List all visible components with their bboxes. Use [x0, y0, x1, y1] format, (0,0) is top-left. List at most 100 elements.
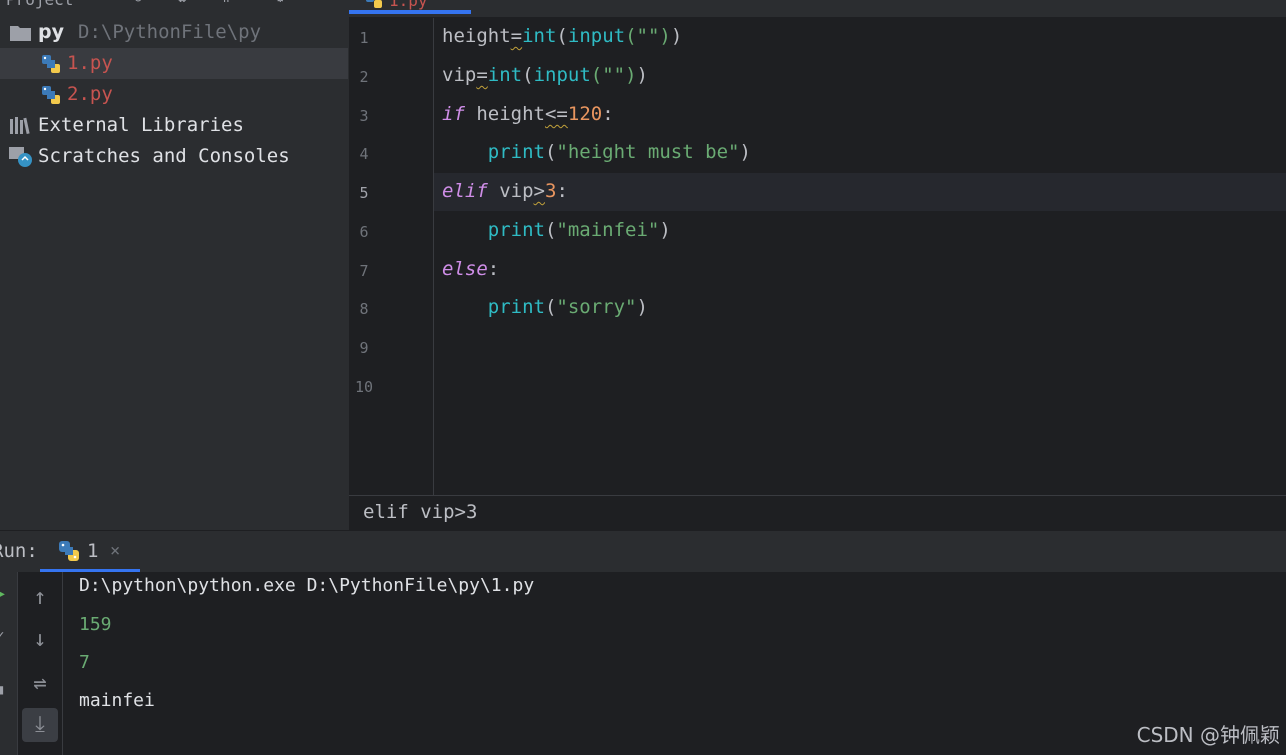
- identifier: vip: [499, 180, 534, 202]
- external-libraries-label: External Libraries: [38, 114, 244, 136]
- scroll-to-end-icon[interactable]: ⤓: [22, 708, 58, 742]
- project-toolbar: Project ⊕ ⇊ ⇈ ⚙: [0, 0, 348, 9]
- paren: ): [636, 64, 648, 86]
- operator: >: [533, 180, 545, 202]
- rerun-icon[interactable]: ▸: [0, 586, 6, 602]
- run-tab-label: 1: [87, 540, 99, 562]
- line-number: 9: [359, 339, 369, 357]
- run-tab-1[interactable]: 1 ×: [40, 531, 140, 573]
- number-literal: 3: [545, 180, 557, 202]
- tree-file-2-py[interactable]: 2.py: [0, 79, 348, 110]
- colon: :: [602, 103, 614, 125]
- line-number: 5: [359, 184, 369, 202]
- soft-wrap-icon[interactable]: ⇌: [22, 667, 58, 701]
- down-arrow-icon[interactable]: ↓: [22, 623, 58, 657]
- tree-scratches[interactable]: Scratches and Consoles: [0, 141, 348, 172]
- line-number: 3: [359, 107, 369, 125]
- code-line-6: print("mainfei"): [487, 219, 671, 241]
- console-user-input: 7: [79, 652, 90, 673]
- code-line-2: vip=int(input("")): [442, 64, 648, 86]
- number-literal: 120: [567, 103, 603, 125]
- root-folder-name: py: [38, 21, 64, 43]
- scratches-icon: [9, 147, 32, 167]
- operator: =: [510, 25, 523, 47]
- run-side-toolbar: ▸ ✓ ▮: [0, 572, 18, 755]
- locate-icon[interactable]: ⊕: [134, 0, 142, 6]
- colon: :: [487, 258, 500, 280]
- gear-icon[interactable]: ⚙: [276, 0, 284, 6]
- active-tab-indicator: [349, 10, 471, 14]
- keyword: else: [442, 258, 488, 280]
- console-command-line: D:\python\python.exe D:\PythonFile\py\1.…: [79, 575, 535, 596]
- folder-icon: [10, 26, 31, 41]
- identifier: height: [442, 25, 511, 47]
- run-tool-window-header: Run: 1 ×: [0, 530, 1286, 573]
- builtin-function: input: [533, 64, 591, 86]
- file-label: 2.py: [67, 83, 113, 105]
- identifier: height: [476, 103, 545, 125]
- breadcrumb-item[interactable]: elif vip>3: [363, 501, 477, 523]
- line-number: 8: [359, 300, 369, 318]
- python-file-icon: [366, 0, 382, 8]
- breadcrumb[interactable]: elif vip>3: [349, 495, 1286, 530]
- tree-file-1-py[interactable]: 1.py: [0, 48, 348, 79]
- collapse-all-icon[interactable]: ⇈: [222, 0, 230, 6]
- project-title[interactable]: Project: [6, 0, 73, 9]
- tree-root-py[interactable]: py D:\PythonFile\py: [0, 17, 348, 48]
- builtin-function: int: [522, 25, 557, 47]
- python-icon: [59, 541, 79, 561]
- colon: :: [556, 180, 568, 202]
- up-arrow-icon[interactable]: ↑: [22, 581, 58, 615]
- string-literal: "mainfei": [556, 219, 660, 241]
- code-line-1: height=int(input("")): [442, 25, 683, 47]
- editor-tab-1-py[interactable]: 1.py: [349, 0, 471, 14]
- close-icon[interactable]: ×: [110, 541, 120, 561]
- operator: <=: [544, 103, 568, 125]
- builtin-function: print: [487, 141, 545, 163]
- file-label: 1.py: [67, 52, 113, 74]
- editor-tab-bar: 1.py: [349, 0, 1286, 18]
- code-editor[interactable]: 1 2 3 4 5 6 7 8 9 10 height=int(input(""…: [349, 18, 1286, 495]
- string-literal: (""): [590, 64, 637, 86]
- editor-tab-label: 1.py: [389, 0, 428, 10]
- expand-all-icon[interactable]: ⇊: [178, 0, 186, 6]
- code-line-5: elif vip>3:: [442, 180, 568, 202]
- line-number: 6: [359, 223, 369, 241]
- wrench-icon[interactable]: ✓: [0, 628, 4, 644]
- code-line-8: print("sorry"): [487, 296, 648, 318]
- root-folder-path: D:\PythonFile\py: [78, 21, 262, 43]
- line-number: 1: [359, 29, 369, 47]
- identifier: vip: [442, 64, 477, 86]
- string-literal: "height must be": [556, 141, 740, 163]
- stop-icon[interactable]: ▮: [0, 682, 5, 698]
- console-output: mainfei: [79, 690, 155, 711]
- line-number: 7: [359, 262, 369, 280]
- builtin-function: print: [487, 219, 545, 241]
- builtin-function: int: [487, 64, 523, 86]
- project-pane: Project ⊕ ⇊ ⇈ ⚙ py D:\PythonFile\py 1.py…: [0, 0, 348, 530]
- python-file-icon: [42, 55, 60, 73]
- code-line-7: else:: [442, 258, 499, 280]
- libraries-icon: [10, 117, 30, 134]
- console-user-input: 159: [79, 614, 112, 635]
- line-number: 4: [359, 145, 369, 163]
- string-literal: (""): [625, 25, 671, 47]
- run-console-area: ▸ ✓ ▮ ↑ ↓ ⇌ ⤓ D:\python\python.exe D:\Py…: [0, 572, 1286, 755]
- python-file-icon: [42, 86, 60, 104]
- console-toolbar: ↑ ↓ ⇌ ⤓: [18, 572, 63, 755]
- run-label: Run:: [0, 540, 38, 562]
- keyword: if: [442, 103, 465, 125]
- line-number: 10: [354, 378, 374, 396]
- keyword: elif: [442, 180, 488, 202]
- builtin-function: print: [487, 296, 545, 318]
- operator: =: [476, 64, 488, 86]
- builtin-function: input: [567, 25, 626, 47]
- paren: ): [670, 25, 683, 47]
- tree-external-libraries[interactable]: External Libraries: [0, 110, 348, 141]
- code-line-4: print("height must be"): [487, 141, 751, 163]
- string-literal: "sorry": [556, 296, 637, 318]
- watermark: CSDN @钟佩颖: [1136, 723, 1280, 747]
- code-line-3: if height<=120:: [442, 103, 614, 125]
- line-number-gutter: 1 2 3 4 5 6 7 8 9 10: [349, 18, 434, 495]
- line-number: 2: [359, 68, 369, 86]
